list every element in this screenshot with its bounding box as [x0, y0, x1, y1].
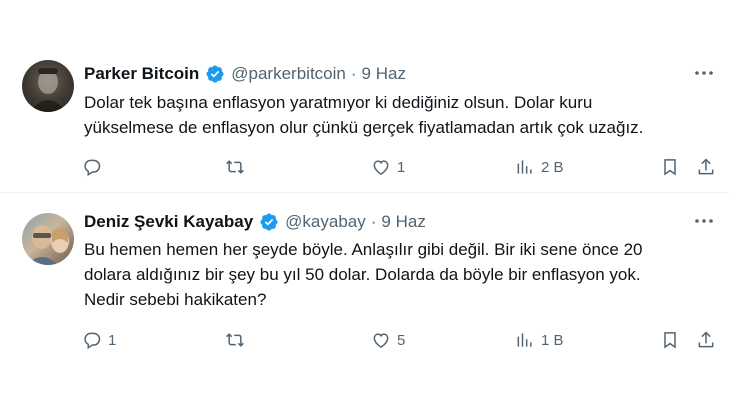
tweet-date[interactable]: 9 Haz [381, 212, 425, 232]
like-count: 1 [397, 158, 406, 176]
avatar[interactable] [22, 213, 74, 265]
like-count: 5 [397, 331, 406, 349]
retweet-button[interactable] [224, 327, 252, 353]
separator-dot: · [350, 64, 357, 83]
like-button[interactable]: 5 [371, 327, 405, 353]
share-icon[interactable] [696, 154, 716, 180]
like-button[interactable]: 1 [371, 154, 405, 180]
like-icon [373, 333, 389, 348]
reply-button[interactable] [82, 154, 108, 180]
tweet-text-line: yükselmese de enflasyon olur çünkü gerçe… [84, 118, 644, 137]
views-count: 2 B [541, 158, 564, 176]
tweet[interactable]: Parker Bitcoin @parkerbitcoin · 9 Haz Do… [0, 40, 730, 192]
views-icon [517, 333, 532, 347]
more-icon[interactable] [692, 211, 716, 231]
retweet-icon [226, 160, 244, 174]
tweet-header: Parker Bitcoin @parkerbitcoin · 9 Haz [84, 61, 406, 87]
retweet-icon [226, 333, 244, 347]
tweet[interactable]: Deniz Şevki Kayabay @kayabay · 9 Haz Bu … [0, 193, 730, 363]
tweet-header: Deniz Şevki Kayabay @kayabay · 9 Haz [84, 209, 426, 235]
tweet-date[interactable]: 9 Haz [362, 64, 406, 84]
author-name[interactable]: Deniz Şevki Kayabay [84, 212, 253, 232]
views-icon [517, 160, 532, 174]
bookmark-icon[interactable] [660, 154, 680, 180]
tweet-text-line: Nedir sebebi hakikaten? [84, 290, 267, 309]
reply-icon [84, 159, 101, 177]
reply-icon [84, 332, 101, 350]
views-button[interactable]: 1 B [515, 327, 564, 353]
verified-badge-icon [205, 64, 225, 84]
more-icon[interactable] [692, 63, 716, 83]
like-icon [373, 160, 389, 175]
avatar[interactable] [22, 60, 74, 112]
reply-button[interactable]: 1 [82, 327, 116, 353]
avatar-image [30, 68, 66, 112]
tweet-text-line: Dolar tek başına enflasyon yaratmıyor ki… [84, 93, 593, 112]
tweet-actions: 1 5 1 B [0, 327, 730, 353]
tweet-text-line: dolara aldığınız bir şey bu yıl 50 dolar… [84, 265, 641, 284]
views-count: 1 B [541, 331, 564, 349]
tweet-text: Bu hemen hemen her şeyde böyle. Anlaşılı… [84, 237, 720, 312]
author-name[interactable]: Parker Bitcoin [84, 64, 199, 84]
author-handle[interactable]: @kayabay [285, 212, 366, 232]
verified-badge-icon [259, 212, 279, 232]
retweet-button[interactable] [224, 154, 252, 180]
tweet-actions: 1 2 B [0, 154, 730, 180]
tweet-text: Dolar tek başına enflasyon yaratmıyor ki… [84, 90, 720, 140]
views-button[interactable]: 2 B [515, 154, 564, 180]
author-handle[interactable]: @parkerbitcoin [231, 64, 346, 84]
bookmark-icon[interactable] [660, 327, 680, 353]
avatar-image [26, 225, 69, 265]
separator-dot: · [370, 212, 377, 231]
share-icon[interactable] [696, 327, 716, 353]
reply-count: 1 [108, 331, 117, 349]
tweet-text-line: Bu hemen hemen her şeyde böyle. Anlaşılı… [84, 240, 643, 259]
